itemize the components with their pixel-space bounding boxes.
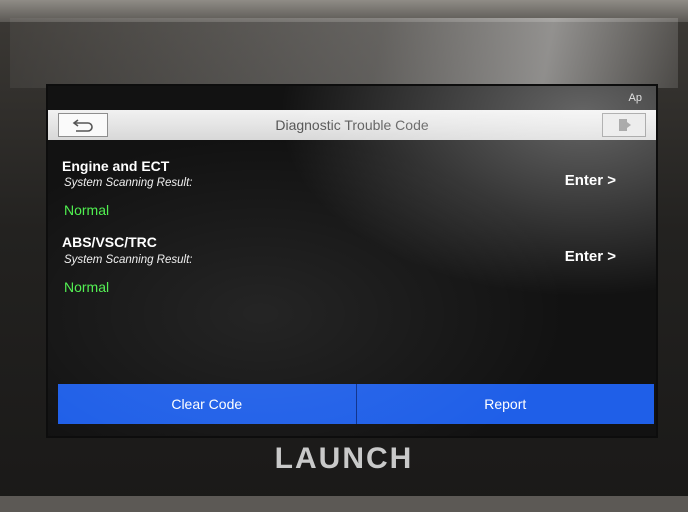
device-screen: Ap Diagnostic Trouble Code Engine and EC… (48, 86, 656, 436)
page-title: Diagnostic Trouble Code (275, 117, 429, 133)
status-bar: Ap (48, 86, 656, 110)
title-bar: Diagnostic Trouble Code (48, 110, 656, 140)
report-button[interactable]: Report (356, 384, 654, 424)
scan-tool-device: Ap Diagnostic Trouble Code Engine and EC… (0, 0, 688, 512)
scan-result-label: System Scanning Result: (64, 254, 193, 266)
system-name-abs: ABS/VSC/TRC (62, 234, 157, 250)
enter-button-engine[interactable]: Enter > (565, 172, 616, 189)
enter-button-abs[interactable]: Enter > (565, 248, 616, 265)
bezel-glare (10, 18, 678, 88)
brand-logo: LAUNCH (274, 442, 414, 475)
system-status-abs: Normal (64, 279, 110, 295)
exit-door-icon (619, 119, 631, 131)
device-bottom-bezel (0, 496, 688, 512)
exit-button[interactable] (602, 113, 646, 137)
back-arrow-icon (72, 119, 93, 132)
clear-code-button[interactable]: Clear Code (58, 384, 357, 424)
back-button[interactable] (58, 113, 108, 137)
system-status-engine: Normal (64, 202, 110, 218)
status-bar-text: Ap (628, 92, 642, 104)
system-name-engine: Engine and ECT (62, 158, 170, 174)
scan-result-label: System Scanning Result: (64, 177, 193, 189)
bottom-action-bar: Clear Code Report (58, 384, 654, 424)
